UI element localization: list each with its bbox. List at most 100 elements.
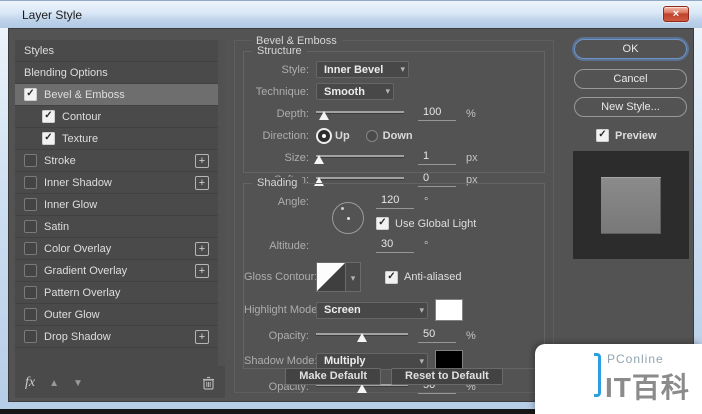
sidebar-item-color-overlay[interactable]: Color Overlay + — [15, 238, 218, 260]
add-instance-icon[interactable]: + — [195, 330, 209, 344]
slider-thumb[interactable] — [357, 332, 367, 342]
sidebar-item-gradient-overlay[interactable]: Gradient Overlay + — [15, 260, 218, 282]
chevron-down-icon: ▾ — [385, 86, 390, 96]
sidebar-item-label: Color Overlay — [44, 242, 112, 255]
use-global-light-checkbox[interactable]: ✓ — [376, 217, 389, 230]
sidebar-item-label: Inner Glow — [44, 198, 98, 211]
slider-thumb[interactable] — [313, 154, 324, 164]
structure-group: Structure Style: Inner Bevel ▾ Technique… — [243, 45, 545, 187]
sidebar-item-label: Blending Options — [24, 66, 108, 79]
make-default-button[interactable]: Make Default — [285, 368, 382, 385]
unchecked-checkbox[interactable] — [24, 242, 37, 255]
fx-icon[interactable]: fx — [25, 375, 35, 391]
size-slider[interactable] — [313, 151, 404, 165]
move-down-icon[interactable]: ▼ — [73, 378, 83, 389]
preview-checkbox[interactable]: ✓ — [596, 129, 609, 142]
highlight-opacity-unit: % — [466, 329, 476, 342]
sidebar-item-inner-glow[interactable]: Inner Glow — [15, 194, 218, 216]
gloss-contour-thumbnail[interactable] — [316, 262, 346, 292]
add-instance-icon[interactable]: + — [195, 176, 209, 190]
highlight-color-swatch[interactable] — [435, 299, 463, 321]
add-instance-icon[interactable]: + — [195, 264, 209, 278]
altitude-unit: ° — [424, 239, 429, 252]
watermark-name: IT百科 — [605, 372, 690, 403]
technique-label: Technique: — [255, 85, 309, 98]
size-value-field[interactable]: 1 — [418, 150, 456, 165]
angle-dial[interactable] — [332, 202, 364, 234]
checked-checkbox[interactable]: ✓ — [42, 110, 55, 123]
gloss-contour-label: Gloss Contour: — [244, 271, 318, 283]
sidebar-item-stroke[interactable]: Stroke + — [15, 150, 218, 172]
cancel-button[interactable]: Cancel — [574, 69, 687, 89]
delete-effect-icon[interactable] — [202, 376, 215, 390]
unchecked-checkbox[interactable] — [24, 220, 37, 233]
angle-label: Angle: — [277, 195, 309, 208]
chevron-down-icon: ▾ — [419, 304, 424, 315]
sidebar-item-drop-shadow[interactable]: Drop Shadow + — [15, 326, 218, 348]
sidebar-item-outer-glow[interactable]: Outer Glow — [15, 304, 218, 326]
direction-label: Direction: — [262, 129, 309, 142]
direction-down-radio[interactable] — [365, 129, 378, 142]
sidebar-item-label: Inner Shadow — [44, 176, 112, 189]
sidebar-item-label: Bevel & Emboss — [44, 88, 125, 101]
sidebar-item-pattern-overlay[interactable]: Pattern Overlay — [15, 282, 218, 304]
unchecked-checkbox[interactable] — [24, 154, 37, 167]
sidebar-item-blending-options[interactable]: Blending Options — [15, 62, 218, 84]
watermark-brand: PConline — [607, 352, 664, 366]
highlight-opacity-slider[interactable] — [316, 329, 408, 343]
add-instance-icon[interactable]: + — [195, 154, 209, 168]
altitude-value-field[interactable]: 30 — [376, 238, 414, 253]
checked-checkbox[interactable]: ✓ — [24, 88, 37, 101]
slider-track — [316, 110, 404, 113]
angle-value-field[interactable]: 120 — [376, 194, 414, 209]
size-unit: px — [466, 151, 478, 164]
shading-group: Shading Angle: 120 ° ✓ Use Global Light … — [243, 177, 545, 394]
highlight-opacity-label: Opacity: — [268, 329, 309, 342]
page-bracket-icon — [594, 353, 601, 397]
bevel-emboss-panel: Bevel & Emboss Structure Style: Inner Be… — [234, 35, 554, 394]
unchecked-checkbox[interactable] — [24, 308, 37, 321]
depth-unit: % — [466, 107, 476, 120]
add-instance-icon[interactable]: + — [195, 242, 209, 256]
style-select[interactable]: Inner Bevel ▾ — [316, 61, 409, 78]
reset-to-default-button[interactable]: Reset to Default — [391, 368, 503, 385]
highlight-opacity-field[interactable]: 50 — [418, 328, 456, 343]
new-style-button[interactable]: New Style... — [574, 97, 687, 117]
sidebar-item-texture[interactable]: ✓ Texture — [15, 128, 218, 150]
sidebar-item-inner-shadow[interactable]: Inner Shadow + — [15, 172, 218, 194]
unchecked-checkbox[interactable] — [24, 330, 37, 343]
move-up-icon[interactable]: ▲ — [49, 378, 59, 389]
dialog-title: Layer Style — [22, 8, 83, 22]
technique-value: Smooth — [324, 85, 365, 98]
slider-thumb[interactable] — [318, 110, 329, 120]
checked-checkbox[interactable]: ✓ — [42, 132, 55, 145]
sidebar-item-label: Contour — [62, 110, 102, 123]
sidebar-item-bevel-emboss[interactable]: ✓ Bevel & Emboss — [15, 84, 218, 106]
style-preview-thumbnail — [573, 151, 689, 259]
depth-value-field[interactable]: 100 — [418, 106, 456, 121]
default-buttons: Make Default Reset to Default — [235, 368, 553, 385]
anti-aliased-label: Anti-aliased — [404, 271, 462, 283]
styles-scrollbar[interactable] — [218, 40, 225, 366]
sidebar-item-satin[interactable]: Satin — [15, 216, 218, 238]
sidebar-item-contour[interactable]: ✓ Contour — [15, 106, 218, 128]
sidebar-item-styles[interactable]: Styles — [15, 40, 218, 62]
depth-slider[interactable] — [316, 107, 404, 121]
technique-select[interactable]: Smooth ▾ — [316, 83, 394, 100]
highlight-mode-select[interactable]: Screen ▾ — [316, 301, 428, 319]
close-icon[interactable]: × — [663, 6, 689, 22]
unchecked-checkbox[interactable] — [24, 176, 37, 189]
unchecked-checkbox[interactable] — [24, 198, 37, 211]
dial-angle-dot — [341, 207, 344, 210]
use-global-light-label: Use Global Light — [395, 217, 477, 230]
unchecked-checkbox[interactable] — [24, 264, 37, 277]
direction-up-radio[interactable] — [318, 129, 330, 142]
ok-button[interactable]: OK — [574, 39, 687, 59]
shadow-mode-select[interactable]: Multiply ▾ — [316, 352, 428, 370]
styles-list: Styles Blending Options ✓ Bevel & Emboss ✓ Co… — [15, 40, 218, 366]
unchecked-checkbox[interactable] — [24, 286, 37, 299]
title-bar[interactable]: Layer Style × — [0, 0, 702, 28]
altitude-label: Altitude: — [269, 239, 309, 252]
anti-aliased-checkbox[interactable]: ✓ — [385, 270, 398, 284]
chevron-down-icon[interactable]: ▾ — [346, 262, 361, 292]
